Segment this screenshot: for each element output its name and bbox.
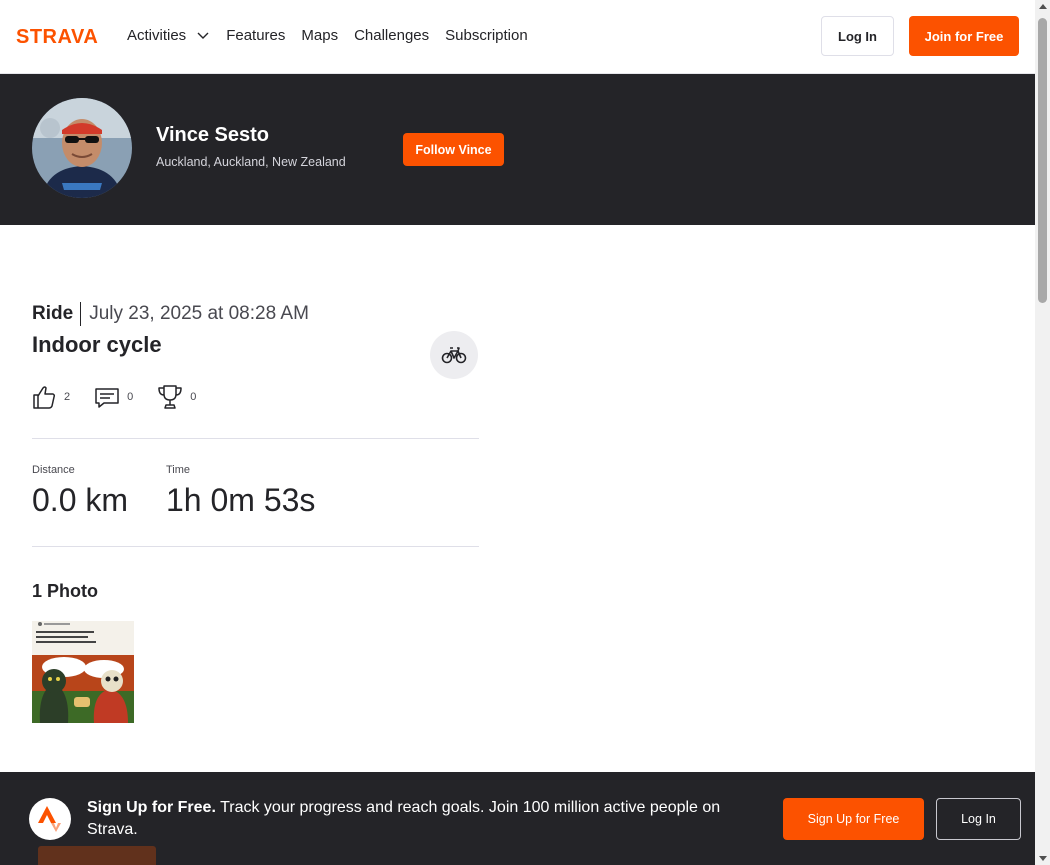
stat-distance: Distance 0.0 km bbox=[32, 464, 128, 519]
nav-link-label: Activities bbox=[127, 26, 187, 44]
activity-title: Indoor cycle bbox=[32, 332, 162, 357]
signup-text: Sign Up for Free. Track your progress an… bbox=[87, 797, 757, 841]
achievements-count: 0 bbox=[190, 391, 197, 403]
top-nav: STRAVA Activities Features Maps Challeng… bbox=[0, 0, 1035, 74]
nav-link-activities[interactable]: Activities bbox=[127, 24, 210, 46]
chevron-down-icon bbox=[197, 32, 209, 39]
achievements-button[interactable]: 0 bbox=[158, 384, 196, 410]
avatar[interactable] bbox=[32, 98, 132, 198]
athlete-name[interactable]: Vince Sesto bbox=[156, 124, 269, 147]
nav-link-maps[interactable]: Maps bbox=[301, 24, 338, 46]
kudos-button[interactable]: 2 bbox=[32, 384, 70, 410]
social-stats: 2 0 0 bbox=[32, 384, 221, 410]
join-button[interactable]: Join for Free bbox=[909, 16, 1019, 56]
thumbs-up-icon bbox=[33, 386, 56, 409]
activity-photo[interactable] bbox=[32, 621, 134, 723]
athlete-location: Auckland, Auckland, New Zealand bbox=[156, 155, 346, 169]
signup-button[interactable]: Sign Up for Free bbox=[783, 798, 924, 840]
athlete-banner: Vince Sesto Auckland, Auckland, New Zeal… bbox=[0, 74, 1035, 225]
activity-header: Ride July 23, 2025 at 08:28 AM bbox=[32, 302, 309, 326]
stat-time: Time 1h 0m 53s bbox=[166, 464, 315, 519]
comments-count: 0 bbox=[127, 391, 134, 403]
hidden-button-peek bbox=[38, 846, 156, 865]
comment-icon bbox=[95, 388, 119, 408]
nav-link-subscription[interactable]: Subscription bbox=[445, 24, 528, 46]
strava-icon bbox=[29, 798, 71, 840]
footer-login-button[interactable]: Log In bbox=[936, 798, 1021, 840]
kudos-count: 2 bbox=[64, 391, 71, 403]
nav-link-features[interactable]: Features bbox=[226, 24, 285, 46]
stat-value: 1h 0m 53s bbox=[166, 482, 316, 518]
nav-links: Activities Features Maps Challenges Subs… bbox=[127, 24, 544, 46]
nav-link-challenges[interactable]: Challenges bbox=[354, 24, 429, 46]
scroll-down-arrow-icon[interactable] bbox=[1039, 856, 1047, 861]
bike-icon bbox=[441, 347, 467, 364]
scrollbar[interactable] bbox=[1035, 0, 1050, 865]
follow-button[interactable]: Follow Vince bbox=[403, 133, 504, 166]
trophy-icon bbox=[158, 385, 182, 409]
scroll-thumb[interactable] bbox=[1038, 18, 1047, 303]
login-button[interactable]: Log In bbox=[821, 16, 894, 56]
activity-type: Ride bbox=[32, 302, 82, 326]
stat-value: 0.0 km bbox=[32, 482, 129, 518]
activity-date: July 23, 2025 at 08:28 AM bbox=[89, 303, 309, 324]
svg-text:STRAVA: STRAVA bbox=[16, 26, 98, 46]
comments-button[interactable]: 0 bbox=[95, 384, 133, 410]
sport-badge bbox=[430, 331, 478, 379]
divider bbox=[32, 546, 479, 547]
photos-title: 1 Photo bbox=[32, 581, 98, 601]
stat-label: Distance bbox=[32, 464, 75, 476]
scroll-up-arrow-icon[interactable] bbox=[1039, 4, 1047, 9]
stat-label: Time bbox=[166, 464, 191, 476]
signup-banner: Sign Up for Free. Track your progress an… bbox=[0, 772, 1035, 865]
strava-logo[interactable]: STRAVA bbox=[16, 26, 112, 46]
signup-headline: Sign Up for Free. bbox=[87, 799, 216, 816]
divider bbox=[32, 438, 479, 439]
